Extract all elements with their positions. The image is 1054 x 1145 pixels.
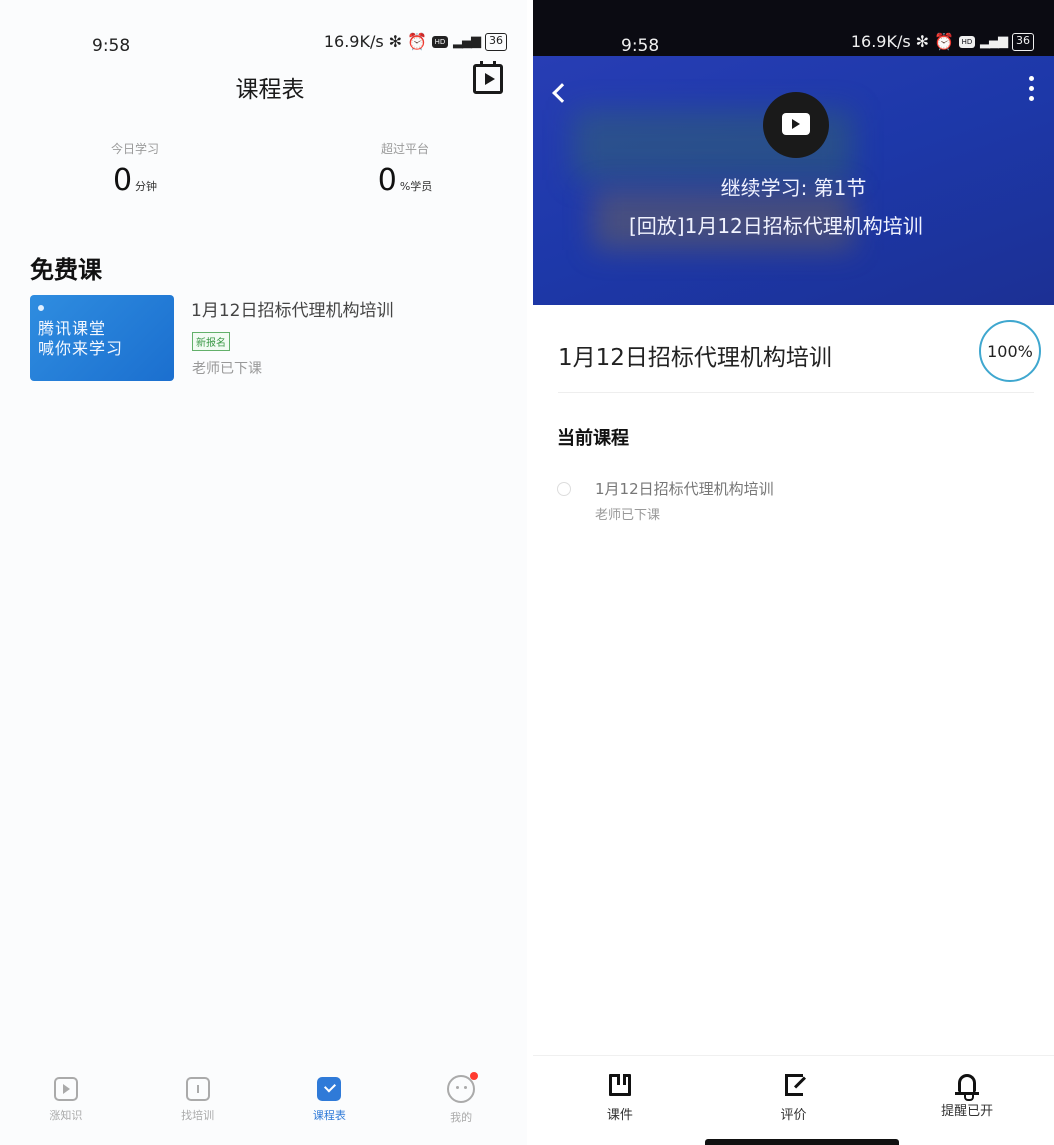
- lesson-status-icon: [557, 482, 571, 496]
- network-speed: 16.9K/s: [850, 32, 911, 51]
- notification-dot: [470, 1072, 479, 1080]
- reminder-button[interactable]: 提醒已开: [880, 1056, 1054, 1145]
- section-title-free-courses: 免费课: [30, 256, 102, 284]
- continue-learning-label: 继续学习: 第1节: [720, 176, 867, 200]
- alarm-icon: ⏰: [934, 32, 954, 51]
- schedule-screen: 9:58 16.9K/s ✻ ⏰ ▂▄▆ 36 课程表 今日学习 0分钟 超过平…: [0, 0, 527, 1145]
- nav-item-mine[interactable]: 我的: [395, 1055, 527, 1145]
- stat-surpass-platform: 超过平台 0 %学员: [350, 140, 460, 198]
- nav-item-find-training[interactable]: 找培训: [132, 1055, 264, 1145]
- page-title: 课程表: [235, 77, 305, 103]
- section-title-current-course: 当前课程: [557, 428, 629, 449]
- stat-value: 0 %学员: [377, 163, 433, 198]
- book-icon: [185, 1077, 210, 1101]
- stat-value: 0 分钟: [112, 163, 158, 198]
- play-icon: [782, 113, 810, 135]
- check-square-icon: [317, 1077, 342, 1101]
- play-calendar-icon[interactable]: [473, 61, 503, 94]
- signal-icon: ▂▄▆: [980, 34, 1008, 49]
- network-speed: 16.9K/s: [323, 32, 384, 51]
- course-title: 1月12日招标代理机构培训: [558, 345, 832, 371]
- course-detail-screen: 继续学习: 第1节 [回放]1月12日招标代理机构培训 9:58 16.9K/s…: [533, 0, 1054, 1145]
- alarm-icon: ⏰: [407, 32, 427, 51]
- course-status: 老师已下课: [192, 361, 262, 377]
- bell-icon: [955, 1074, 980, 1101]
- courseware-icon: [608, 1074, 631, 1096]
- lesson-status: 老师已下课: [595, 508, 661, 523]
- face-icon: [447, 1072, 479, 1103]
- progress-ring: 100%: [979, 320, 1041, 382]
- bluetooth-icon: ✻: [915, 32, 930, 51]
- review-button[interactable]: 评价: [707, 1056, 881, 1145]
- stat-label: 今日学习: [110, 142, 159, 156]
- nav-item-schedule[interactable]: 课程表: [264, 1055, 396, 1145]
- course-title: 1月12日招标代理机构培训: [191, 301, 394, 321]
- status-bar: 9:58 16.9K/s ✻ ⏰ ▂▄▆ 36: [0, 0, 527, 80]
- bottom-nav: 涨知识 找培训 课程表 我的: [0, 1055, 527, 1145]
- play-square-icon: [53, 1077, 78, 1101]
- hd-icon: [959, 35, 975, 48]
- thumb-logo-icon: [36, 303, 46, 313]
- new-enroll-badge: 新报名: [192, 332, 230, 351]
- home-indicator: [705, 1139, 899, 1145]
- lesson-title: 1月12日招标代理机构培训: [595, 480, 774, 498]
- status-time: 9:58: [92, 36, 131, 56]
- bottom-action-bar: 课件 评价 提醒已开: [533, 1055, 1054, 1145]
- course-card[interactable]: 腾讯课堂 喊你来学习 1月12日招标代理机构培训 新报名 老师已下课: [30, 292, 490, 382]
- stat-today-study: 今日学习 0 分钟: [90, 140, 180, 198]
- signal-icon: ▂▄▆: [453, 34, 481, 49]
- replay-title: [回放]1月12日招标代理机构培训: [629, 214, 923, 238]
- status-bar: 9:58 16.9K/s ✻ ⏰ ▂▄▆ 36: [533, 0, 1054, 80]
- stat-label: 超过平台: [380, 142, 429, 156]
- battery-icon: 36: [1012, 32, 1034, 51]
- battery-icon: 36: [485, 32, 507, 51]
- status-time: 9:58: [621, 36, 660, 56]
- divider: [558, 392, 1034, 393]
- status-icons: 16.9K/s ✻ ⏰ ▂▄▆ 36: [851, 32, 1034, 51]
- course-thumbnail: 腾讯课堂 喊你来学习: [30, 295, 174, 381]
- hd-icon: [432, 35, 448, 48]
- nav-item-knowledge[interactable]: 涨知识: [0, 1055, 132, 1145]
- play-button[interactable]: [763, 92, 829, 158]
- courseware-button[interactable]: 课件: [533, 1056, 707, 1145]
- bluetooth-icon: ✻: [388, 32, 403, 51]
- back-icon[interactable]: [552, 83, 572, 103]
- edit-icon: [784, 1074, 803, 1096]
- status-icons: 16.9K/s ✻ ⏰ ▂▄▆ 36: [324, 32, 507, 51]
